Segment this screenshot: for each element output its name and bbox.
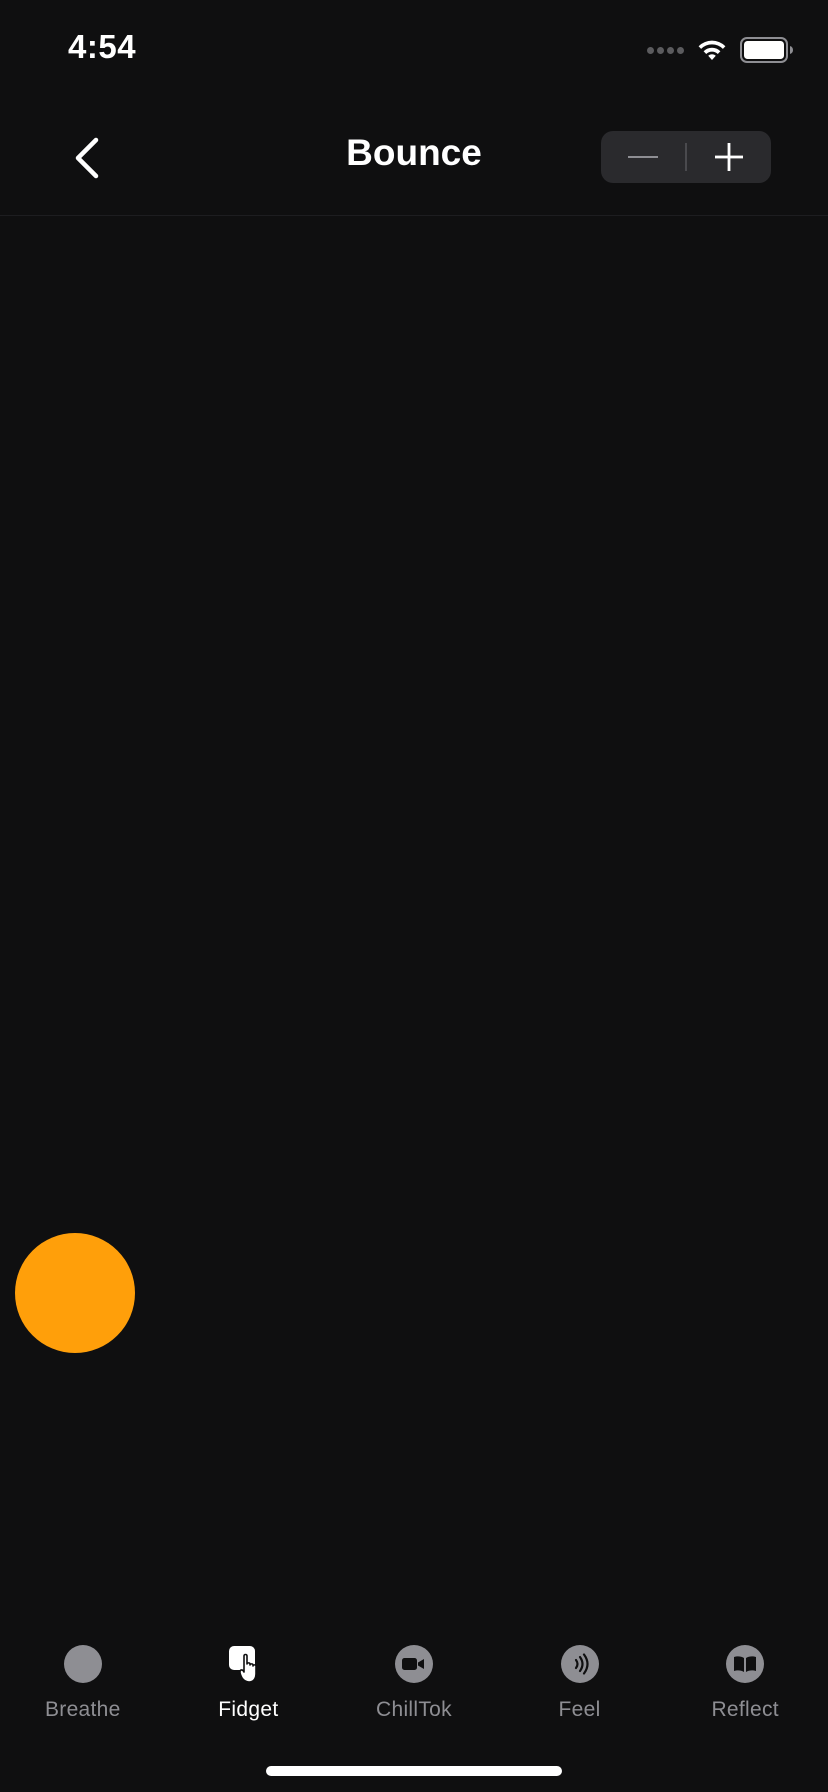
vibration-icon [560,1644,600,1684]
book-icon [725,1644,765,1684]
circle-icon [63,1644,103,1684]
status-icons [647,34,794,66]
decrement-button[interactable] [601,131,685,183]
status-time: 4:54 [68,28,137,65]
home-indicator [266,1766,562,1776]
tab-label: Breathe [44,1698,121,1721]
wifi-icon [698,40,726,60]
tab-bar: Breathe Fidget ChillTok Feel Reflect [0,1620,828,1730]
minus-icon [628,156,658,158]
tab-chilltok[interactable]: ChillTok [331,1620,497,1730]
tab-reflect[interactable]: Reflect [662,1620,828,1730]
ball-count-stepper [601,131,771,183]
tab-label: ChillTok [376,1698,452,1721]
tab-label: Feel [558,1698,601,1721]
bounce-ball[interactable] [15,1233,135,1353]
tab-breathe[interactable]: Breathe [0,1620,166,1730]
increment-button[interactable] [687,131,771,183]
plus-icon [715,143,743,171]
tab-label: Reflect [711,1698,779,1721]
status-bar: 4:54 [0,0,828,100]
hand-tap-icon [228,1644,268,1684]
battery-icon [740,37,793,63]
tab-label: Fidget [218,1698,279,1721]
tab-fidget[interactable]: Fidget [166,1620,332,1730]
video-icon [394,1644,434,1684]
tab-feel[interactable]: Feel [497,1620,663,1730]
navigation-bar: Bounce [0,100,828,216]
cellular-signal-icon [647,46,684,54]
